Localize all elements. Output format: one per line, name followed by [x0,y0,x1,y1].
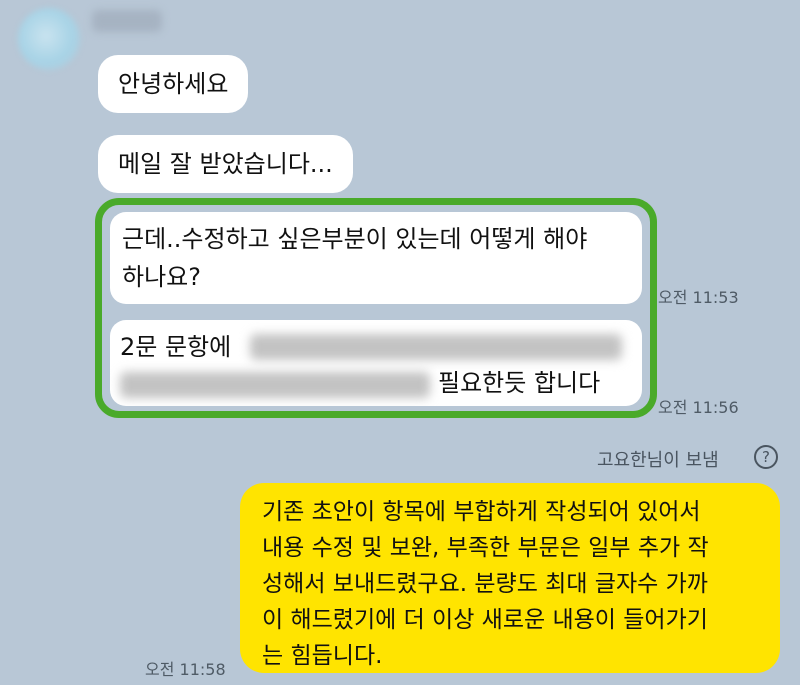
sent-text-line: 는 힘듭니다. [262,643,383,669]
message-text: 메일 잘 받았습니다... [118,150,333,178]
message-text: 안녕하세요 [118,70,229,98]
message-bubble-request[interactable]: 2문 문항에 필요한듯 합니다 [110,320,642,406]
sender-name-blurred [92,10,162,32]
redacted-text [250,334,622,360]
help-glyph: ? [762,448,770,466]
read-status-label: 고요한님이 보냄 [597,450,719,471]
sent-text-line: 내용 수정 및 보완, 부족한 부문은 일부 추가 작 [262,535,709,561]
message-text-line-1: 2문 문항에 [120,333,232,361]
message-timestamp: 오전 11:58 [145,660,226,679]
message-timestamp: 오전 11:53 [658,288,739,307]
sender-avatar[interactable] [18,8,80,70]
message-timestamp: 오전 11:56 [658,398,739,417]
redacted-text [120,372,430,398]
message-bubble-greeting[interactable]: 안녕하세요 [98,55,249,113]
message-text-line-2: 하나요? [122,263,201,291]
message-text-line-1: 근데..수정하고 싶은부분이 있는데 어떻게 해야 [122,225,588,253]
sent-text-line: 기존 초안이 항목에 부합하게 작성되어 있어서 [262,499,701,525]
message-bubble-question[interactable]: 근데..수정하고 싶은부분이 있는데 어떻게 해야 하나요? [110,212,642,304]
sent-text-line: 이 해드렸기에 더 이상 새로운 내용이 들어가기 [262,607,708,633]
help-icon[interactable]: ? [754,445,778,469]
message-bubble-mail-received[interactable]: 메일 잘 받았습니다... [98,135,353,193]
sent-text-line: 성해서 보내드렸구요. 분량도 최대 글자수 가까 [262,571,708,597]
sent-message-bubble[interactable]: 기존 초안이 항목에 부합하게 작성되어 있어서 내용 수정 및 보완, 부족한… [240,483,780,673]
message-text-line-2: 필요한듯 합니다 [438,369,601,397]
